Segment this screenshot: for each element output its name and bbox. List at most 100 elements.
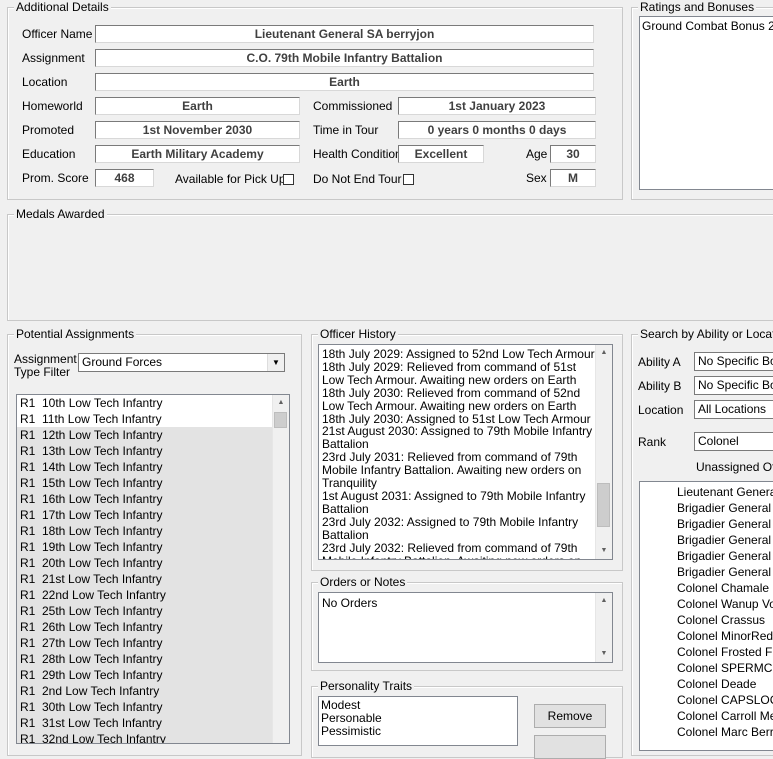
officer-item[interactable]: Colonel Deade [640,676,773,692]
assignment-row[interactable]: R1 32nd Low Tech Infantry [17,731,273,744]
chevron-down-icon[interactable]: ▼ [267,354,284,371]
health-field[interactable]: Excellent [398,145,484,163]
unassigned-officers-list[interactable]: Lieutenant General bBrigadier General Pa… [639,481,773,751]
location-field[interactable]: Earth [95,73,594,91]
assignment-rank: R1 [20,732,36,744]
scroll-down-icon[interactable]: ▼ [596,646,612,662]
age-field[interactable]: 30 [550,145,596,163]
officer-item[interactable]: Brigadier General Bro [640,516,773,532]
ratings-list[interactable]: Ground Combat Bonus 20% [639,16,773,190]
officer-item[interactable]: Colonel CAPSLOCK [640,692,773,708]
history-entry: 18th July 2030: Relieved from command of… [322,385,581,413]
ability-a-label: Ability A [638,355,681,369]
assignment-name: 14th Low Tech Infantry [42,460,163,474]
sex-field[interactable]: M [550,169,596,187]
homeworld-field[interactable]: Earth [95,97,300,115]
assignment-row[interactable]: R1 14th Low Tech Infantry [17,459,273,475]
officer-item[interactable]: Colonel SPERMCUB [640,660,773,676]
potential-assignments-list[interactable]: R1 10th Low Tech Infantry R1 11th Low Tech … [16,394,290,744]
traits-title: Personality Traits [318,679,415,693]
not-end-tour-checkbox[interactable] [403,174,414,185]
education-label: Education [22,147,76,161]
orders-scrollbar[interactable]: ▲ ▼ [595,593,612,662]
assignment-rank: R1 [20,444,36,458]
assignment-row[interactable]: R1 11th Low Tech Infantry [17,411,273,427]
secondary-trait-button[interactable] [534,735,606,759]
assignment-type-filter[interactable]: Ground Forces ▼ [78,353,285,372]
search-location-select[interactable]: All Locations [694,400,773,419]
assignment-row[interactable]: R1 17th Low Tech Infantry [17,507,273,523]
officer-item[interactable]: Brigadier General Ha [640,548,773,564]
assignment-rank: R1 [20,508,36,522]
scroll-thumb[interactable] [597,483,610,527]
history-scrollbar[interactable]: ▲ ▼ [595,345,612,559]
officer-item[interactable]: Colonel Crassus [640,612,773,628]
officer-item[interactable]: Lieutenant General b [640,484,773,500]
assignment-row[interactable]: R1 12th Low Tech Infantry [17,427,273,443]
assignments-scrollbar[interactable]: ▲ [272,395,289,743]
assignment-field[interactable]: C.O. 79th Mobile Infantry Battalion [95,49,594,67]
officer-item[interactable]: Colonel Carroll Meat [640,708,773,724]
assignment-row[interactable]: R1 27th Low Tech Infantry [17,635,273,651]
officer-name-field[interactable]: Lieutenant General SA berryjon [95,25,594,43]
scroll-up-icon[interactable]: ▲ [596,345,612,361]
assignment-row[interactable]: R1 20th Low Tech Infantry [17,555,273,571]
assignment-row[interactable]: R1 28th Low Tech Infantry [17,651,273,667]
ability-a-select[interactable]: No Specific Bonus [694,352,773,371]
scroll-down-icon[interactable]: ▼ [596,543,612,559]
officer-item[interactable]: Colonel MinorRed [640,628,773,644]
promoted-field[interactable]: 1st November 2030 [95,121,300,139]
trait-item[interactable]: Pessimistic [319,725,517,738]
prom-score-field[interactable]: 468 [95,169,154,187]
assignment-rank: R1 [20,604,36,618]
health-label: Health Condition [313,147,402,161]
assignment-name: 31st Low Tech Infantry [42,716,162,730]
assignment-row[interactable]: R1 31st Low Tech Infantry [17,715,273,731]
assignment-row[interactable]: R1 16th Low Tech Infantry [17,491,273,507]
assignment-row[interactable]: R1 30th Low Tech Infantry [17,699,273,715]
scroll-up-icon[interactable]: ▲ [273,395,289,411]
assignment-rank: R1 [20,412,36,426]
assignment-row[interactable]: R1 13th Low Tech Infantry [17,443,273,459]
assignment-row[interactable]: R1 19th Low Tech Infantry [17,539,273,555]
commissioned-field[interactable]: 1st January 2023 [398,97,596,115]
officer-item[interactable]: Brigadier General Lu [640,532,773,548]
additional-details-title: Additional Details [14,0,111,14]
assignment-rank: R1 [20,492,36,506]
rank-select[interactable]: Colonel [694,432,773,451]
officer-item[interactable]: Brigadier General Pa [640,500,773,516]
history-entry: 23rd July 2032: Relieved from command of… [322,540,581,559]
traits-list[interactable]: Modest Personable Pessimistic [318,696,518,746]
assignment-row[interactable]: R1 22nd Low Tech Infantry [17,587,273,603]
remove-trait-button[interactable]: Remove [534,704,606,728]
scroll-up-icon[interactable]: ▲ [596,593,612,609]
assignment-name: 15th Low Tech Infantry [42,476,163,490]
assignment-row[interactable]: R1 29th Low Tech Infantry [17,667,273,683]
orders-value: No Orders [322,596,378,610]
assignment-row[interactable]: R1 18th Low Tech Infantry [17,523,273,539]
pickup-checkbox[interactable] [283,174,294,185]
assignment-row[interactable]: R1 2nd Low Tech Infantry [17,683,273,699]
officer-item[interactable]: Colonel Marc Berr [640,724,773,740]
assignment-row[interactable]: R1 26th Low Tech Infantry [17,619,273,635]
scroll-thumb[interactable] [274,412,287,428]
officer-item[interactable]: Colonel Wanup Vod [640,596,773,612]
history-entry: 18th July 2029: Assigned to 52nd Low Tec… [322,347,595,361]
assignment-name: 2nd Low Tech Infantry [42,684,160,698]
assignment-row[interactable]: R1 10th Low Tech Infantry [17,395,273,411]
orders-text[interactable]: No Orders ▲ ▼ [318,592,613,663]
officer-item[interactable]: Colonel Chamale [640,580,773,596]
education-field[interactable]: Earth Military Academy [95,145,300,163]
promoted-label: Promoted [22,123,75,137]
ability-b-select[interactable]: No Specific Bonus [694,376,773,395]
orders-title: Orders or Notes [318,575,408,589]
time-in-tour-field[interactable]: 0 years 0 months 0 days [398,121,596,139]
assignment-row[interactable]: R1 25th Low Tech Infantry [17,603,273,619]
officer-history-text[interactable]: 18th July 2029: Assigned to 52nd Low Tec… [318,344,613,560]
assignment-row[interactable]: R1 15th Low Tech Infantry [17,475,273,491]
officer-item[interactable]: Colonel Frosted Flak [640,644,773,660]
time-in-tour-label: Time in Tour [313,123,379,137]
assignment-name: 32nd Low Tech Infantry [42,732,166,744]
officer-item[interactable]: Brigadier General Lu [640,564,773,580]
assignment-row[interactable]: R1 21st Low Tech Infantry [17,571,273,587]
